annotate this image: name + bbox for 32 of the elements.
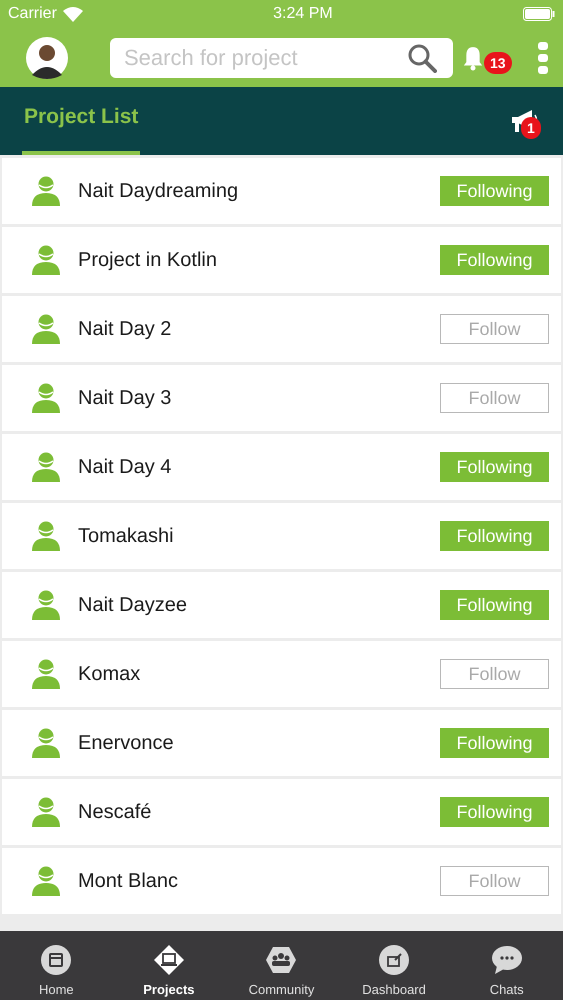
project-row[interactable]: Nait Day 3 Follow xyxy=(2,365,561,431)
project-name: Tomakashi xyxy=(78,524,175,548)
project-name: Enervonce xyxy=(78,732,175,754)
project-name: Mont Blanc xyxy=(78,870,180,892)
project-name: Nescafé xyxy=(78,800,152,824)
project-row[interactable]: Project in Kotlin Following xyxy=(2,227,561,293)
notification-badge: 13 xyxy=(484,52,512,74)
announcement-badge: 1 xyxy=(521,117,541,139)
project-name: Nait Day 3 xyxy=(78,386,172,410)
nav-tab[interactable]: Projects xyxy=(118,943,219,998)
project-name: Project in Kotlin xyxy=(78,248,218,272)
nav-tab[interactable]: Dashboard xyxy=(344,943,444,998)
project-row[interactable]: Nait Day 2 Follow xyxy=(2,296,561,362)
project-name: Nait Daydreaming xyxy=(78,180,240,202)
clock-time: 3:24 PM xyxy=(273,5,333,23)
search-field[interactable]: Search for project xyxy=(110,38,453,78)
project-name: Nait Day 4 xyxy=(78,456,172,478)
project-row[interactable]: Nescafé Following xyxy=(2,779,561,845)
nav-tab[interactable]: Community xyxy=(231,943,332,998)
project-row[interactable]: Nait Day 4 Following xyxy=(2,434,561,500)
project-name: Nait Dayzee xyxy=(78,594,188,616)
carrier-name: Carrier xyxy=(8,5,57,23)
nav-tab[interactable]: Chats xyxy=(456,943,557,998)
project-name: Komax xyxy=(78,662,142,686)
project-row[interactable]: Mont Blanc Follow xyxy=(2,848,561,914)
project-row[interactable]: Enervonce Following xyxy=(2,710,561,776)
project-name: Nait Day 2 xyxy=(78,318,172,340)
project-row[interactable]: Komax Follow xyxy=(2,641,561,707)
project-row[interactable]: Nait Dayzee Following xyxy=(2,572,561,638)
project-row[interactable]: Nait Daydreaming Following xyxy=(2,158,561,224)
nav-tab[interactable]: Home xyxy=(6,943,106,998)
project-row[interactable]: Tomakashi Following xyxy=(2,503,561,569)
